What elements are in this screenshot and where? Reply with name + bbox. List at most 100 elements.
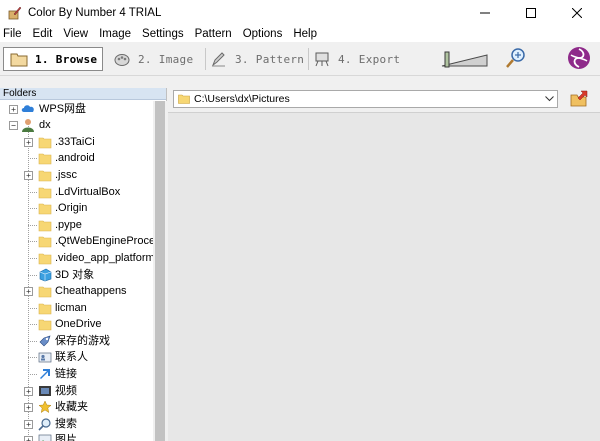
tree-item-label: 搜索 <box>55 418 77 430</box>
easel-icon <box>315 52 329 67</box>
path-combobox[interactable]: C:\Users\dx\Pictures <box>173 90 558 108</box>
step-image-label: 2. Image <box>138 52 194 66</box>
tree-item[interactable]: + 图片 <box>0 432 153 441</box>
menu-bar: File Edit View Image Settings Pattern Op… <box>0 26 600 42</box>
menu-help[interactable]: Help <box>289 26 324 42</box>
search-icon <box>38 418 51 431</box>
tree-item-label: licman <box>55 302 87 314</box>
tree-item[interactable]: + 搜索 <box>0 416 153 432</box>
tree-item[interactable]: licman <box>0 300 153 316</box>
pictures-icon <box>38 434 52 441</box>
toolbar-separator <box>308 48 309 70</box>
image-icon <box>114 54 130 66</box>
folder-up-icon[interactable] <box>570 90 590 108</box>
tree-item[interactable]: + WPS网盘 <box>0 101 153 117</box>
step-pattern-button[interactable]: 3. Pattern <box>210 47 304 71</box>
app-icon <box>8 6 22 20</box>
tree-item-label: 保存的游戏 <box>55 335 110 347</box>
tree-item-label: .LdVirtualBox <box>55 186 121 198</box>
app-window: Color By Number 4 TRIAL File Edit View I… <box>0 0 600 441</box>
expand-toggle[interactable]: + <box>9 105 18 114</box>
expand-toggle[interactable]: + <box>24 436 33 441</box>
menu-image[interactable]: Image <box>95 26 138 42</box>
tree-branch-line <box>28 158 37 159</box>
window-controls <box>462 0 600 26</box>
tree-item[interactable]: + 收藏夹 <box>0 399 153 415</box>
folder-icon <box>38 286 52 298</box>
chevron-down-icon <box>544 96 554 102</box>
tree-item[interactable]: OneDrive <box>0 316 153 332</box>
tree-item[interactable]: .video_app_platform <box>0 250 153 266</box>
path-value: C:\Users\dx\Pictures <box>194 93 290 105</box>
folders-scrollbar[interactable] <box>153 101 167 441</box>
tree-branch-line <box>28 275 37 276</box>
folders-pane: Folders + WPS网盘 − dx + .33TaiCi .android… <box>0 88 167 441</box>
maximize-button[interactable] <box>508 0 554 26</box>
tree-item[interactable]: + .jssc <box>0 167 153 183</box>
star-icon <box>38 400 52 414</box>
tree-item[interactable]: + Cheathappens <box>0 283 153 299</box>
scrollbar-thumb[interactable] <box>155 101 165 441</box>
tree-branch-line <box>28 308 37 309</box>
minimize-icon <box>480 12 490 14</box>
folder-icon <box>38 319 52 331</box>
window-title: Color By Number 4 TRIAL <box>28 7 162 19</box>
tree-branch-line <box>28 324 37 325</box>
tree-branch-line <box>28 374 37 375</box>
menu-settings[interactable]: Settings <box>138 26 191 42</box>
tree-item-label: OneDrive <box>55 318 102 330</box>
tree-item[interactable]: 链接 <box>0 366 153 382</box>
expand-toggle[interactable]: + <box>24 287 33 296</box>
tree-item-label: 视频 <box>55 385 77 397</box>
folder-icon <box>38 303 52 315</box>
close-button[interactable] <box>554 0 600 26</box>
tree-item[interactable]: − dx <box>0 117 153 133</box>
menu-pattern[interactable]: Pattern <box>191 26 239 42</box>
step-browse-label: 1. Browse <box>35 52 98 66</box>
path-dropdown-button[interactable] <box>541 91 557 107</box>
menu-edit[interactable]: Edit <box>29 26 60 42</box>
app-logo-icon <box>568 47 590 69</box>
tree-item[interactable]: .android <box>0 150 153 166</box>
menu-view[interactable]: View <box>59 26 95 42</box>
cloud-icon <box>21 105 34 112</box>
tree-item[interactable]: .LdVirtualBox <box>0 184 153 200</box>
magnifier-icon[interactable] <box>505 47 527 69</box>
links-icon <box>40 369 50 379</box>
tree-item-label: 3D 对象 <box>55 269 95 281</box>
menu-options[interactable]: Options <box>239 26 290 42</box>
folder-icon <box>38 170 52 182</box>
tree-item[interactable]: 保存的游戏 <box>0 333 153 349</box>
user-icon <box>22 119 34 132</box>
step-browse-button[interactable]: 1. Browse <box>3 47 103 71</box>
minimize-button[interactable] <box>462 0 508 26</box>
slider-icon[interactable] <box>440 49 490 69</box>
folder-icon <box>38 137 52 149</box>
tree-branch-line <box>28 357 37 358</box>
tree-item[interactable]: .Origin <box>0 200 153 216</box>
expand-toggle[interactable]: + <box>24 171 33 180</box>
tree-branch-line <box>28 225 37 226</box>
collapse-toggle[interactable]: − <box>9 121 18 130</box>
tree-item-label: WPS网盘 <box>39 103 87 115</box>
tree-item[interactable]: .pype <box>0 217 153 233</box>
expand-toggle[interactable]: + <box>24 387 33 396</box>
expand-toggle[interactable]: + <box>24 403 33 412</box>
step-pattern-label: 3. Pattern <box>235 52 305 66</box>
thumbnail-area[interactable] <box>168 112 600 441</box>
tree-branch-line <box>28 341 37 342</box>
tree-item-label: 链接 <box>55 368 77 380</box>
expand-toggle[interactable]: + <box>24 138 33 147</box>
step-image-button[interactable]: 2. Image <box>113 47 193 71</box>
tree-branch-line <box>28 192 37 193</box>
step-export-button[interactable]: 4. Export <box>313 47 400 71</box>
menu-file[interactable]: File <box>0 26 29 42</box>
tree-item[interactable]: 3D 对象 <box>0 267 153 283</box>
tree-item-label: dx <box>39 119 51 131</box>
tree-item-label: .Origin <box>55 202 88 214</box>
tree-item[interactable]: + .33TaiCi <box>0 134 153 150</box>
expand-toggle[interactable]: + <box>24 420 33 429</box>
tree-item[interactable]: 联系人 <box>0 349 153 365</box>
tree-item[interactable]: + 视频 <box>0 383 153 399</box>
tree-item[interactable]: .QtWebEngineProce: <box>0 233 153 249</box>
